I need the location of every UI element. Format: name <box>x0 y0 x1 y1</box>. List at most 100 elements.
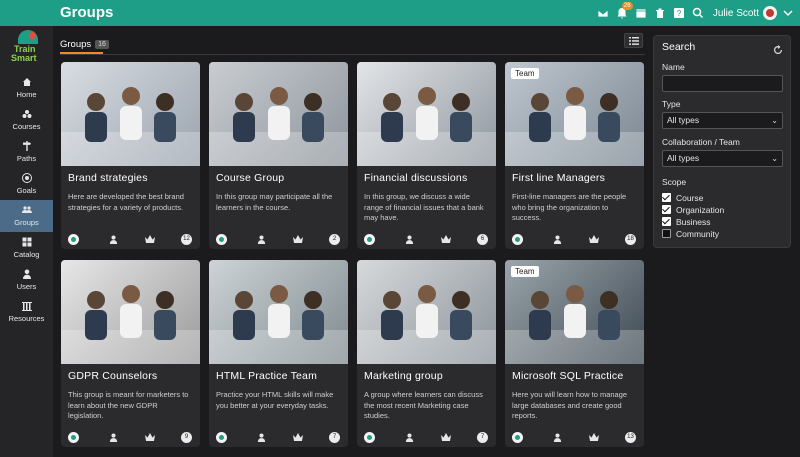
group-title[interactable]: Course Group <box>216 172 284 184</box>
scope-checkbox-course[interactable]: Course <box>662 192 703 203</box>
member-count: 7 <box>477 432 488 443</box>
mail-icon[interactable] <box>597 7 610 20</box>
sidebar-item-users[interactable]: Users <box>0 264 53 296</box>
scope-label: Scope <box>662 177 687 187</box>
collaboration-select[interactable]: All types ⌄ <box>662 150 783 167</box>
owner-avatar[interactable] <box>512 432 523 443</box>
trash-icon[interactable] <box>654 7 667 20</box>
owner-avatar[interactable] <box>68 432 79 443</box>
name-input[interactable] <box>662 75 783 92</box>
group-title[interactable]: Marketing group <box>364 370 443 382</box>
group-card-html-practice-team[interactable]: HTML Practice Team Practice your HTML ski… <box>209 260 348 447</box>
help-icon[interactable]: ? <box>673 7 686 20</box>
list-view-button[interactable] <box>624 33 643 48</box>
group-image[interactable] <box>357 62 496 166</box>
owner-avatar[interactable] <box>512 234 523 245</box>
group-image[interactable] <box>357 260 496 364</box>
scope-checkbox-community[interactable]: Community <box>662 228 719 239</box>
users-icon <box>22 269 31 279</box>
chevron-down-icon[interactable] <box>781 7 794 20</box>
search-panel: Search Name Type All types ⌄ Collaborati… <box>653 35 791 248</box>
group-image[interactable] <box>209 260 348 364</box>
group-image[interactable]: Team <box>505 62 644 166</box>
sidebar-item-resources[interactable]: Resources <box>0 296 53 328</box>
groups-icon <box>21 206 32 213</box>
group-card-gdpr-counselors[interactable]: GDPR Counselors This group is meant for m… <box>61 260 200 447</box>
user-name[interactable]: Julie Scott <box>713 8 759 19</box>
members-icon[interactable] <box>109 235 118 244</box>
crown-icon[interactable] <box>293 235 303 244</box>
sidebar-item-courses[interactable]: Courses <box>0 104 53 136</box>
calendar-icon[interactable] <box>635 7 648 20</box>
members-icon[interactable] <box>257 235 266 244</box>
owner-avatar[interactable] <box>68 234 79 245</box>
resources-icon <box>21 302 32 311</box>
group-card-footer: 13 <box>505 432 644 446</box>
crown-icon[interactable] <box>589 235 599 244</box>
crown-icon[interactable] <box>441 433 451 442</box>
members-icon[interactable] <box>405 433 414 442</box>
group-card-course-group[interactable]: Course Group In this group may participat… <box>209 62 348 249</box>
group-title[interactable]: Financial discussions <box>364 172 467 184</box>
sidebar-item-groups[interactable]: Groups <box>0 200 53 232</box>
people-photo-icon <box>209 87 348 166</box>
group-image[interactable] <box>61 62 200 166</box>
crown-icon[interactable] <box>589 433 599 442</box>
notifications-icon[interactable]: 26 <box>616 1 633 20</box>
list-icon <box>628 36 639 45</box>
group-title[interactable]: Brand strategies <box>68 172 148 184</box>
scope-checkbox-business[interactable]: Business <box>662 216 711 227</box>
owner-avatar[interactable] <box>216 432 227 443</box>
group-description: Here you will learn how to manage large … <box>512 390 628 420</box>
tab-groups[interactable]: Groups 16 <box>60 35 109 53</box>
reset-search-button[interactable] <box>773 42 783 54</box>
people-photo-icon <box>357 285 496 364</box>
group-title[interactable]: GDPR Counselors <box>68 370 157 382</box>
home-icon <box>22 78 31 86</box>
group-description: Practice your HTML skills will make you … <box>216 390 334 410</box>
sidebar-item-catalog[interactable]: Catalog <box>0 232 53 264</box>
group-card-microsoft-sql-practice[interactable]: Team Microsoft SQL Practice Here you will … <box>505 260 644 447</box>
people-photo-icon <box>61 87 200 166</box>
group-card-first-line-managers[interactable]: Team First line Managers First-line manage… <box>505 62 644 249</box>
group-image[interactable] <box>209 62 348 166</box>
team-badge: Team <box>511 68 539 79</box>
group-title[interactable]: First line Managers <box>512 172 605 184</box>
sidebar-item-paths[interactable]: Paths <box>0 136 53 168</box>
scope-checkbox-organization[interactable]: Organization <box>662 204 724 215</box>
team-badge: Team <box>511 266 539 277</box>
crown-icon[interactable] <box>293 433 303 442</box>
chevron-down-icon: ⌄ <box>771 154 778 163</box>
members-icon[interactable] <box>257 433 266 442</box>
train-smart-logo[interactable]: Train Smart <box>10 30 44 68</box>
owner-avatar[interactable] <box>364 234 375 245</box>
members-icon[interactable] <box>405 235 414 244</box>
crown-icon[interactable] <box>145 433 155 442</box>
group-image[interactable]: Team <box>505 260 644 364</box>
group-image[interactable] <box>61 260 200 364</box>
type-select[interactable]: All types ⌄ <box>662 112 783 129</box>
group-title[interactable]: Microsoft SQL Practice <box>512 370 623 382</box>
member-count: 12 <box>181 234 192 245</box>
group-card-financial-discussions[interactable]: Financial discussions In this group, we d… <box>357 62 496 249</box>
owner-avatar[interactable] <box>216 234 227 245</box>
sidebar-item-goals[interactable]: Goals <box>0 168 53 200</box>
group-card-marketing-group[interactable]: Marketing group A group where learners ca… <box>357 260 496 447</box>
crown-icon[interactable] <box>145 235 155 244</box>
member-count: 2 <box>329 234 340 245</box>
group-card-footer: 7 <box>209 432 348 446</box>
crown-icon[interactable] <box>441 235 451 244</box>
owner-avatar[interactable] <box>364 432 375 443</box>
members-icon[interactable] <box>553 433 562 442</box>
user-avatar[interactable] <box>763 6 777 20</box>
group-card-brand-strategies[interactable]: Brand strategies Here are developed the b… <box>61 62 200 249</box>
members-icon[interactable] <box>553 235 562 244</box>
sidebar-item-home[interactable]: Home <box>0 72 53 104</box>
search-icon[interactable] <box>692 7 705 20</box>
group-title[interactable]: HTML Practice Team <box>216 370 317 382</box>
people-photo-icon <box>61 285 200 364</box>
members-icon[interactable] <box>109 433 118 442</box>
people-photo-icon <box>357 87 496 166</box>
member-count: 7 <box>329 432 340 443</box>
svg-text:?: ? <box>677 9 682 18</box>
